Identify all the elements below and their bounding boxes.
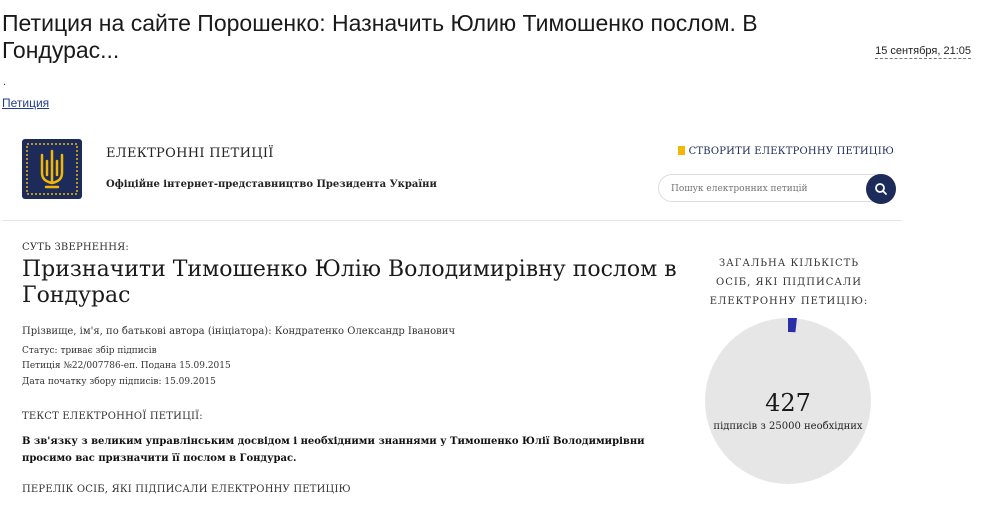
site-subtitle: Офіційне інтернет-представництво Президе… [106,179,437,190]
create-petition-label: СТВОРИТИ ЕЛЕКТРОННУ ПЕТИЦІЮ [688,146,894,157]
site-title[interactable]: ЕЛЕКТРОННІ ПЕТИЦІЇ [106,146,274,161]
coat-of-arms-logo[interactable] [22,139,82,199]
trident-icon [26,143,78,195]
petition-author: Прізвище, ім'я, по батькові автора (ініц… [22,326,456,337]
petition-number: Петиція №22/007786-еп. Подана 15.09.2015 [22,361,231,371]
petition-screenshot: ЕЛЕКТРОННІ ПЕТИЦІЇ Офіційне інтернет-пре… [2,124,902,531]
petition-title: Призначити Тимошенко Юлію Володимирівну … [22,257,677,308]
petition-text: В зв'язку з великим управлінським досвід… [22,436,645,464]
petition-text-label: ТЕКСТ ЕЛЕКТРОННОЇ ПЕТИЦІЇ: [22,411,203,422]
signature-count-subtitle: підписів з 25000 необхідних [713,421,863,432]
signatures-heading: ЗАГАЛЬНА КІЛЬКІСТЬ ОСІБ, ЯКІ ПІДПИСАЛИ Е… [709,258,869,307]
article-date[interactable]: 15 сентября, 21:05 [875,45,971,59]
petition-status: Статус: триває збір підписів [22,346,157,356]
search-button[interactable] [866,174,896,204]
article-title: Петиция на сайте Порошенко: Назначить Юл… [2,10,758,63]
signers-list-label[interactable]: ПЕРЕЛІК ОСІБ, ЯКІ ПІДПИСАЛИ ЕЛЕКТРОННУ П… [22,484,351,495]
separator-dot: . [3,76,7,88]
header-divider [2,220,902,221]
search-box [658,174,896,204]
create-petition-link[interactable]: СТВОРИТИ ЕЛЕКТРОННУ ПЕТИЦІЮ [677,146,894,157]
signature-count: 427 [765,389,811,417]
essence-label: СУТЬ ЗВЕРНЕННЯ: [22,242,129,253]
document-icon [677,146,685,155]
tag-link-petition[interactable]: Петиция [2,96,49,110]
search-icon [875,183,887,195]
search-input[interactable] [669,180,863,198]
petition-start-date: Дата початку збору підписів: 15.09.2015 [22,377,216,387]
